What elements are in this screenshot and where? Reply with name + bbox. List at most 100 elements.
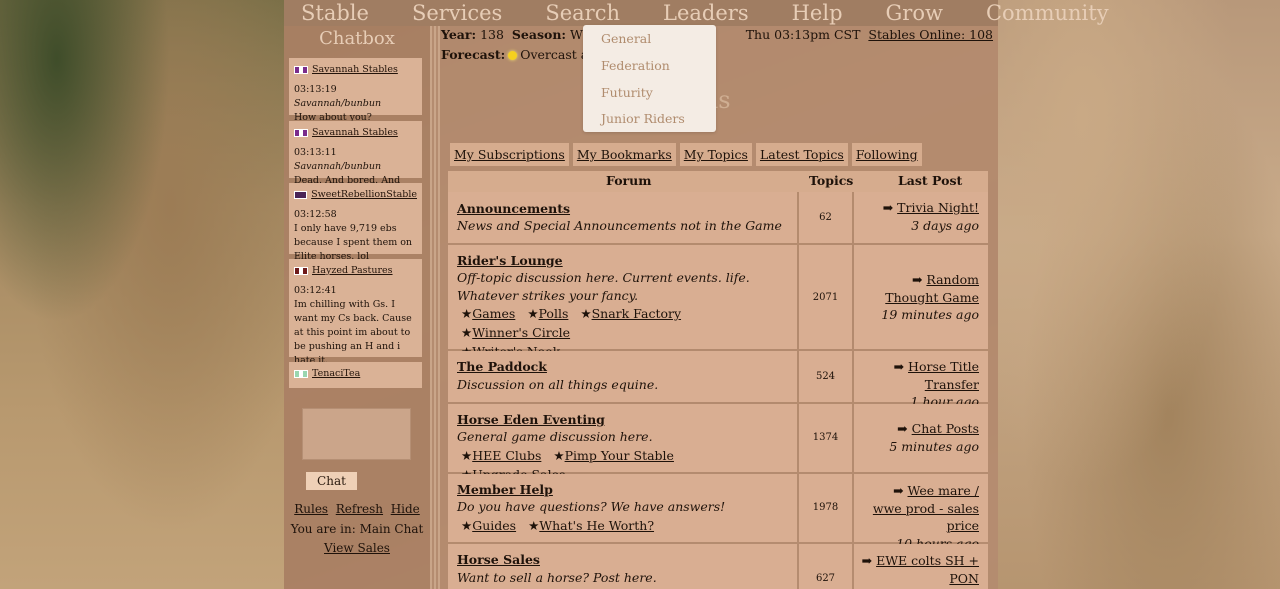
background-right	[998, 0, 1280, 589]
chat-hide-link[interactable]: Hide	[391, 502, 420, 516]
subforum-link[interactable]: ★Guides	[461, 518, 516, 533]
arrow-icon: ➡	[893, 359, 905, 374]
clock: Thu 03:13pm CST	[745, 27, 861, 42]
flag-icon	[294, 267, 308, 275]
arrow-icon: ➡	[893, 483, 904, 498]
topic-count: 627	[815, 573, 836, 584]
forum-desc: Off-topic discussion here. Current event…	[457, 270, 750, 303]
forum-desc: Want to sell a horse? Post here.	[457, 570, 657, 585]
chat-time: 03:13:19	[294, 84, 337, 95]
table-row: Horse Eden Eventing General game discuss…	[448, 404, 988, 482]
menu-item-federation[interactable]: Federation	[601, 58, 670, 73]
tab-latest-topics[interactable]: Latest Topics	[755, 143, 848, 166]
tab-following[interactable]: Following	[851, 143, 922, 166]
chat-time: 03:12:41	[294, 285, 337, 296]
chat-user-link[interactable]: TenaciTea	[312, 367, 360, 381]
tab-my-bookmarks[interactable]: My Bookmarks	[572, 143, 676, 166]
menu-item-general[interactable]: General	[601, 31, 651, 46]
tab-my-topics[interactable]: My Topics	[679, 143, 752, 166]
chat-text: I only have 9,719 ebs because I spent th…	[294, 223, 413, 262]
table-header: Forum Topics Last Post	[448, 171, 988, 192]
chat-ident: Savannah/bunbun	[294, 161, 382, 172]
chat-message: Savannah Stables 03:13:11 Savannah/bunbu…	[289, 121, 422, 200]
forum-link[interactable]: Member Help	[457, 482, 553, 497]
forum-desc: Discussion on all things equine.	[457, 377, 659, 392]
year-value: 138	[480, 27, 504, 42]
table-row: Announcements News and Special Announcem…	[448, 192, 988, 243]
forum-link[interactable]: Rider's Lounge	[457, 253, 563, 268]
top-nav: Stable Services Search Leaders Help Grow…	[284, 0, 1109, 26]
last-post-link[interactable]: Random Thought Game	[885, 272, 979, 305]
chat-user-link[interactable]: Savannah Stables	[312, 63, 398, 77]
last-post-link[interactable]: Horse Title Transfer	[908, 359, 979, 392]
subforum-link[interactable]: ★Snark Factory	[580, 306, 681, 321]
nav-leaders[interactable]: Leaders	[663, 0, 749, 26]
flag-icon	[294, 66, 308, 74]
forum-link[interactable]: The Paddock	[457, 359, 547, 374]
chat-links: Rules Refresh Hide You are in: Main Chat…	[284, 500, 430, 559]
topic-count: 2071	[812, 292, 839, 303]
table-row: The Paddock Discussion on all things equ…	[448, 351, 988, 409]
last-post-link[interactable]: Chat Posts	[912, 421, 979, 436]
view-sales-link[interactable]: View Sales	[324, 541, 390, 555]
chat-message: SweetRebellionStable 03:12:58 I only hav…	[289, 183, 422, 262]
arrow-icon: ➡	[882, 200, 894, 215]
last-post: ➡ Random Thought Game 19 minutes ago	[861, 271, 979, 324]
subforum-link[interactable]: ★Pimp Your Stable	[553, 448, 674, 463]
last-post: ➡ EWE colts SH + PON	[861, 552, 979, 587]
forum-desc: Do you have questions? We have answers!	[457, 499, 726, 514]
chat-rules-link[interactable]: Rules	[294, 502, 328, 516]
chat-user-link[interactable]: Savannah Stables	[312, 126, 398, 140]
star-icon: ★	[580, 306, 592, 321]
forum-link[interactable]: Announcements	[457, 201, 570, 216]
last-post: ➡ Wee mare / wwe prod - sales price 10 h…	[861, 482, 979, 552]
nav-community[interactable]: Community	[986, 0, 1109, 26]
subforum-link[interactable]: ★Polls	[527, 306, 568, 321]
nav-services[interactable]: Services	[412, 0, 502, 26]
stables-online-link[interactable]: Stables Online: 108	[868, 27, 993, 42]
topic-count: 524	[815, 371, 836, 382]
tab-my-subscriptions[interactable]: My Subscriptions	[450, 143, 569, 166]
menu-item-junior-riders[interactable]: Junior Riders	[601, 111, 685, 126]
last-post-time: 5 minutes ago	[889, 438, 979, 454]
star-icon: ★	[461, 306, 473, 321]
table-row: Member Help Do you have questions? We ha…	[448, 474, 988, 551]
nav-search[interactable]: Search	[545, 0, 620, 26]
last-post-link[interactable]: Wee mare / wwe prod - sales price	[873, 483, 979, 533]
chat-send-button[interactable]: Chat	[306, 472, 357, 490]
subforum-link[interactable]: ★Games	[461, 306, 515, 321]
subforum-link[interactable]: ★What's He Worth?	[528, 518, 654, 533]
chat-message: Savannah Stables 03:13:19 Savannah/bunbu…	[289, 58, 422, 123]
header-last-post: Last Post	[898, 173, 963, 188]
last-post-link[interactable]: Trivia Night!	[897, 200, 979, 215]
star-icon: ★	[461, 325, 473, 340]
nav-grow[interactable]: Grow	[886, 0, 943, 26]
chat-input[interactable]	[302, 408, 411, 460]
last-post: ➡ Chat Posts 5 minutes ago	[861, 420, 979, 455]
forum-link[interactable]: Horse Eden Eventing	[457, 412, 605, 427]
last-post: ➡ Horse Title Transfer 1 hour ago	[861, 358, 979, 411]
leaders-dropdown-menu: General Federation Futurity Junior Rider…	[583, 25, 716, 132]
arrow-icon: ➡	[861, 553, 873, 568]
nav-stable[interactable]: Stable	[301, 0, 369, 26]
last-post-link[interactable]: EWE colts SH + PON	[876, 553, 979, 586]
topic-count: 62	[819, 212, 832, 223]
star-icon: ★	[553, 448, 565, 463]
chat-message: Hayzed Pastures 03:12:41 Im chilling wit…	[289, 259, 422, 366]
chat-refresh-link[interactable]: Refresh	[336, 502, 383, 516]
chat-text: Im chilling with Gs. I want my Cs back. …	[294, 299, 412, 366]
main-content: Year: 138 Season: Winter S Thu 03:13pm C…	[440, 26, 998, 589]
star-icon: ★	[461, 518, 473, 533]
chat-user-link[interactable]: SweetRebellionStable	[311, 188, 417, 202]
chat-user-link[interactable]: Hayzed Pastures	[312, 264, 393, 278]
subforum-link[interactable]: ★Winner's Circle	[461, 325, 570, 340]
forum-link[interactable]: Horse Sales	[457, 552, 540, 567]
header-forum: Forum	[606, 173, 652, 188]
subforum-link[interactable]: ★HEE Clubs	[461, 448, 541, 463]
table-row: Horse Sales Want to sell a horse? Post h…	[448, 544, 988, 589]
menu-item-futurity[interactable]: Futurity	[601, 85, 653, 100]
chat-location: You are in: Main Chat	[290, 521, 424, 536]
nav-help[interactable]: Help	[792, 0, 843, 26]
topic-count: 1978	[812, 502, 839, 513]
background-left	[0, 0, 284, 589]
